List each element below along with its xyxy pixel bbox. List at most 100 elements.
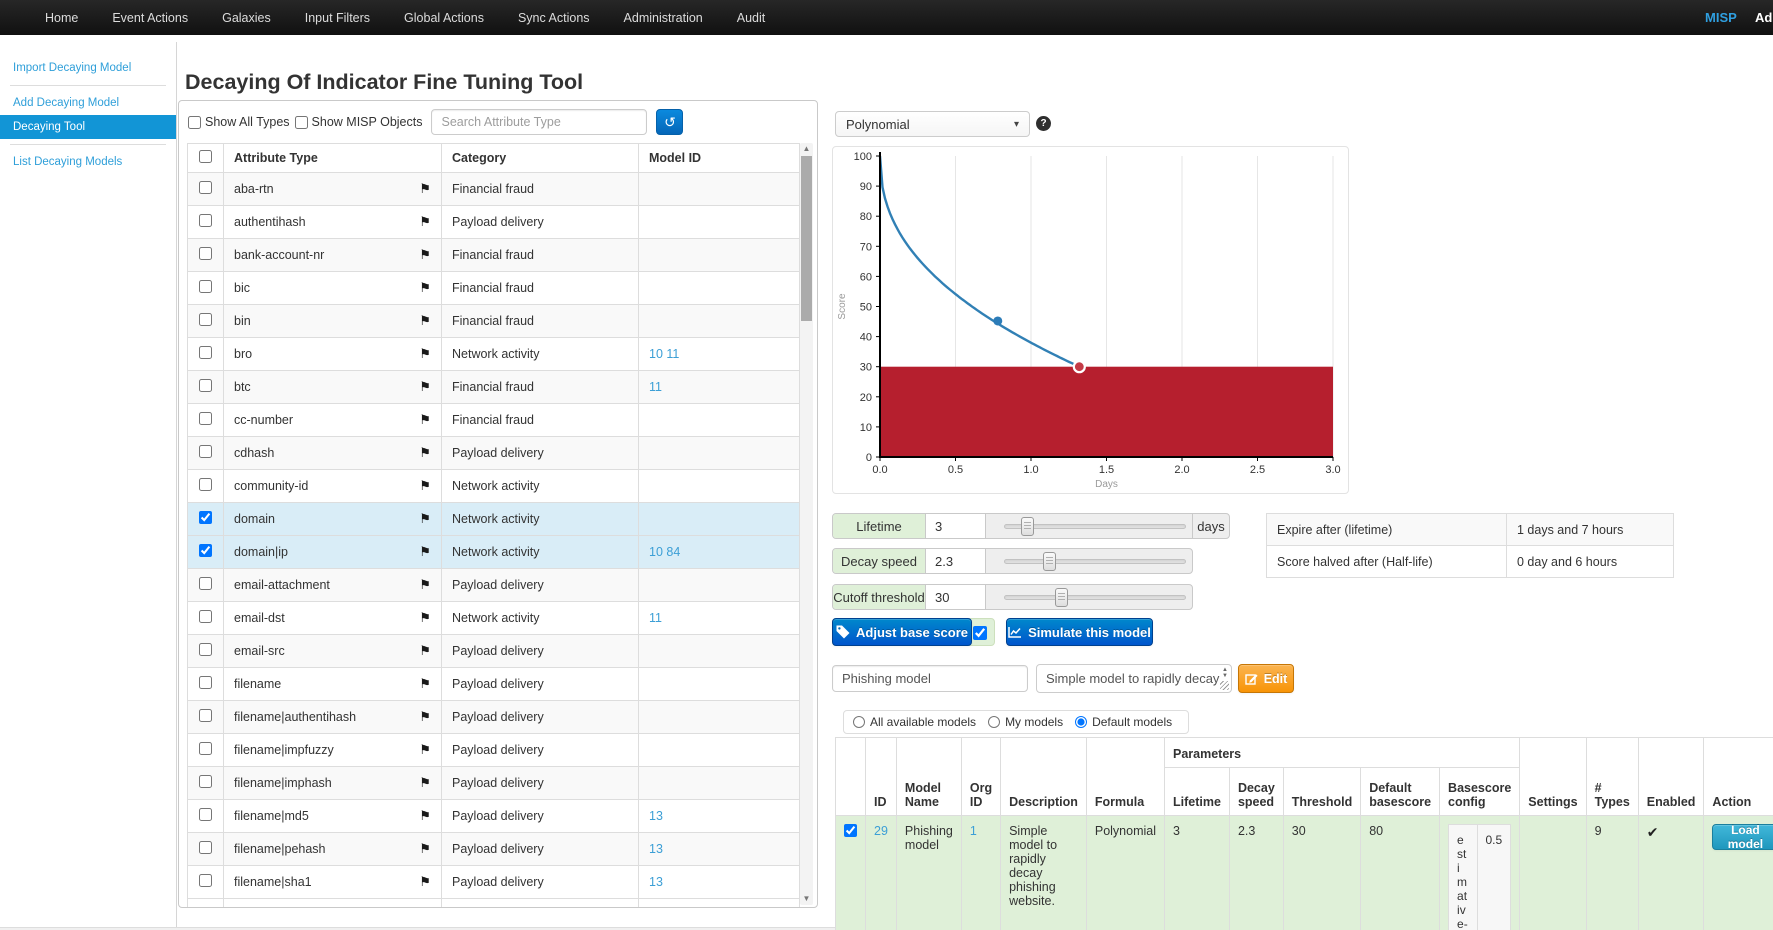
scrollbar-down-icon[interactable]: ▼ — [800, 893, 813, 905]
nav-item-global-actions[interactable]: Global Actions — [387, 11, 501, 25]
navbar-admin-menu[interactable]: Admin — [1755, 0, 1773, 35]
sidebar-item-list-decaying-models[interactable]: List Decaying Models — [0, 150, 176, 174]
attribute-row-bank-account-nr[interactable]: ⚑bank-account-nrFinancial fraud — [188, 239, 800, 272]
attribute-checkbox-bank-account-nr[interactable] — [199, 247, 212, 260]
attribute-checkbox-email-dst[interactable] — [199, 610, 212, 623]
simulate-model-button[interactable]: Simulate this model — [1006, 618, 1153, 646]
attribute-row-community-id[interactable]: ⚑community-idNetwork activity — [188, 470, 800, 503]
select-all-attributes-checkbox[interactable] — [199, 150, 212, 163]
org-id-link[interactable]: 1 — [970, 824, 977, 838]
attribute-row-filename[interactable]: ⚑filenamePayload delivery — [188, 668, 800, 701]
attribute-row-filename-imphash[interactable]: ⚑filename|imphashPayload delivery — [188, 767, 800, 800]
attribute-checkbox-community-id[interactable] — [199, 478, 212, 491]
model-id-link[interactable]: 13 — [649, 842, 663, 856]
edit-model-button[interactable]: Edit — [1238, 664, 1294, 693]
spinner-icon[interactable]: ▲▼ — [1222, 667, 1228, 679]
decay-speed-slider[interactable] — [986, 549, 1192, 573]
cutoff-threshold-value-input[interactable]: 30 — [926, 585, 986, 609]
attribute-checkbox-email-src[interactable] — [199, 643, 212, 656]
attribute-row-btc[interactable]: ⚑btcFinancial fraud11 — [188, 371, 800, 404]
misp-brand[interactable]: MISP — [1705, 0, 1737, 35]
attribute-checkbox-cdhash[interactable] — [199, 445, 212, 458]
lifetime-slider[interactable] — [986, 514, 1192, 538]
attribute-checkbox-email-attachment[interactable] — [199, 577, 212, 590]
model-id-link[interactable]: 13 — [649, 875, 663, 889]
show-misp-objects-checkbox[interactable] — [295, 116, 308, 129]
attribute-checkbox-domain-ip[interactable] — [199, 544, 212, 557]
nav-item-administration[interactable]: Administration — [607, 11, 720, 25]
table-scrollbar[interactable]: ▲ ▼ — [800, 143, 813, 905]
nav-item-home[interactable]: Home — [28, 11, 95, 25]
decay-speed-slider-handle[interactable] — [1043, 552, 1056, 571]
attribute-checkbox-bro[interactable] — [199, 346, 212, 359]
refresh-button[interactable]: ↺ — [656, 109, 683, 135]
filter-radio-default-models[interactable] — [1075, 716, 1087, 728]
column-header-category[interactable]: Category — [442, 144, 639, 173]
attribute-checkbox-filename-impfuzzy[interactable] — [199, 742, 212, 755]
adjust-base-score-button[interactable]: Adjust base score — [832, 618, 972, 646]
sidebar-item-decaying-tool[interactable]: Decaying Tool — [0, 115, 176, 139]
attribute-row-filename-pehash[interactable]: ⚑filename|pehashPayload delivery13 — [188, 833, 800, 866]
attribute-row-bic[interactable]: ⚑bicFinancial fraud — [188, 272, 800, 305]
scrollbar-up-icon[interactable]: ▲ — [800, 143, 813, 155]
model-id-link[interactable]: 29 — [874, 824, 888, 838]
nav-item-galaxies[interactable]: Galaxies — [205, 11, 288, 25]
attribute-checkbox-authentihash[interactable] — [199, 214, 212, 227]
lifetime-value-input[interactable]: 3 — [926, 514, 986, 538]
attribute-checkbox-bin[interactable] — [199, 313, 212, 326]
attribute-checkbox-filename-imphash[interactable] — [199, 775, 212, 788]
nav-item-input-filters[interactable]: Input Filters — [288, 11, 387, 25]
attribute-row-cc-number[interactable]: ⚑cc-numberFinancial fraud — [188, 404, 800, 437]
attribute-row-bro[interactable]: ⚑broNetwork activity10 11 — [188, 338, 800, 371]
slider-track[interactable] — [1004, 595, 1186, 600]
attribute-row-cdhash[interactable]: ⚑cdhashPayload delivery — [188, 437, 800, 470]
show-all-types-option[interactable]: Show All Types — [188, 115, 290, 129]
model-id-link[interactable]: 10 11 — [649, 347, 679, 361]
cutoff-threshold-slider-handle[interactable] — [1055, 588, 1068, 607]
column-header-attribute-type[interactable]: Attribute Type — [224, 144, 442, 173]
attribute-checkbox-bic[interactable] — [199, 280, 212, 293]
filter-radio-my-models[interactable] — [988, 716, 1000, 728]
decay-score-chart[interactable]: 01020304050607080901000.00.51.01.52.02.5… — [832, 146, 1349, 494]
model-row-checkbox[interactable] — [844, 824, 857, 837]
lifetime-slider-handle[interactable] — [1021, 517, 1034, 536]
sidebar-item-import-decaying-model[interactable]: Import Decaying Model — [0, 56, 176, 80]
attribute-checkbox-filename[interactable] — [199, 676, 212, 689]
attribute-checkbox-aba-rtn[interactable] — [199, 181, 212, 194]
cutoff-threshold-slider[interactable] — [986, 585, 1192, 609]
attribute-checkbox-filename-pehash[interactable] — [199, 841, 212, 854]
model-row-29[interactable]: 29Phishing model1Simple model to rapidly… — [836, 816, 1773, 930]
nav-item-event-actions[interactable]: Event Actions — [95, 11, 205, 25]
filter-radio-all-available-models[interactable] — [853, 716, 865, 728]
model-description-textarea[interactable]: Simple model to rapidly decay ▲▼ — [1036, 664, 1232, 693]
filter-option-default-models[interactable]: Default models — [1075, 715, 1172, 729]
attribute-row-filename-md5[interactable]: ⚑filename|md5Payload delivery13 — [188, 800, 800, 833]
attribute-row-email-src[interactable]: ⚑email-srcPayload delivery — [188, 635, 800, 668]
model-id-link[interactable]: 11 — [649, 611, 662, 625]
filter-option-my-models[interactable]: My models — [988, 715, 1063, 729]
column-header-model-id[interactable]: Model ID — [639, 144, 800, 173]
formula-select[interactable]: Polynomial ▾ — [835, 111, 1030, 137]
attribute-row-filename-authentihash[interactable]: ⚑filename|authentihashPayload delivery — [188, 701, 800, 734]
attribute-row-domain[interactable]: ⚑domainNetwork activity — [188, 503, 800, 536]
nav-item-sync-actions[interactable]: Sync Actions — [501, 11, 607, 25]
slider-track[interactable] — [1004, 559, 1186, 564]
attribute-row-authentihash[interactable]: ⚑authentihashPayload delivery — [188, 206, 800, 239]
model-name-input[interactable] — [832, 665, 1028, 692]
show-misp-objects-option[interactable]: Show MISP Objects — [295, 115, 423, 129]
model-id-link[interactable]: 10 84 — [649, 545, 680, 559]
sidebar-item-add-decaying-model[interactable]: Add Decaying Model — [0, 91, 176, 115]
attribute-row-aba-rtn[interactable]: ⚑aba-rtnFinancial fraud — [188, 173, 800, 206]
attribute-row-bin[interactable]: ⚑binFinancial fraud — [188, 305, 800, 338]
help-icon[interactable]: ? — [1036, 116, 1051, 131]
attribute-row-filename-sha1[interactable]: ⚑filename|sha1Payload delivery13 — [188, 866, 800, 899]
attribute-checkbox-cc-number[interactable] — [199, 412, 212, 425]
nav-item-audit[interactable]: Audit — [720, 11, 783, 25]
attribute-checkbox-domain[interactable] — [199, 511, 212, 524]
adjust-base-score-checkbox[interactable] — [973, 626, 987, 640]
attribute-checkbox-filename-sha1[interactable] — [199, 874, 212, 887]
resize-grip-icon[interactable] — [1220, 681, 1229, 690]
show-all-types-checkbox[interactable] — [188, 116, 201, 129]
decay-speed-value-input[interactable]: 2.3 — [926, 549, 986, 573]
model-id-link[interactable]: 11 — [649, 380, 662, 394]
